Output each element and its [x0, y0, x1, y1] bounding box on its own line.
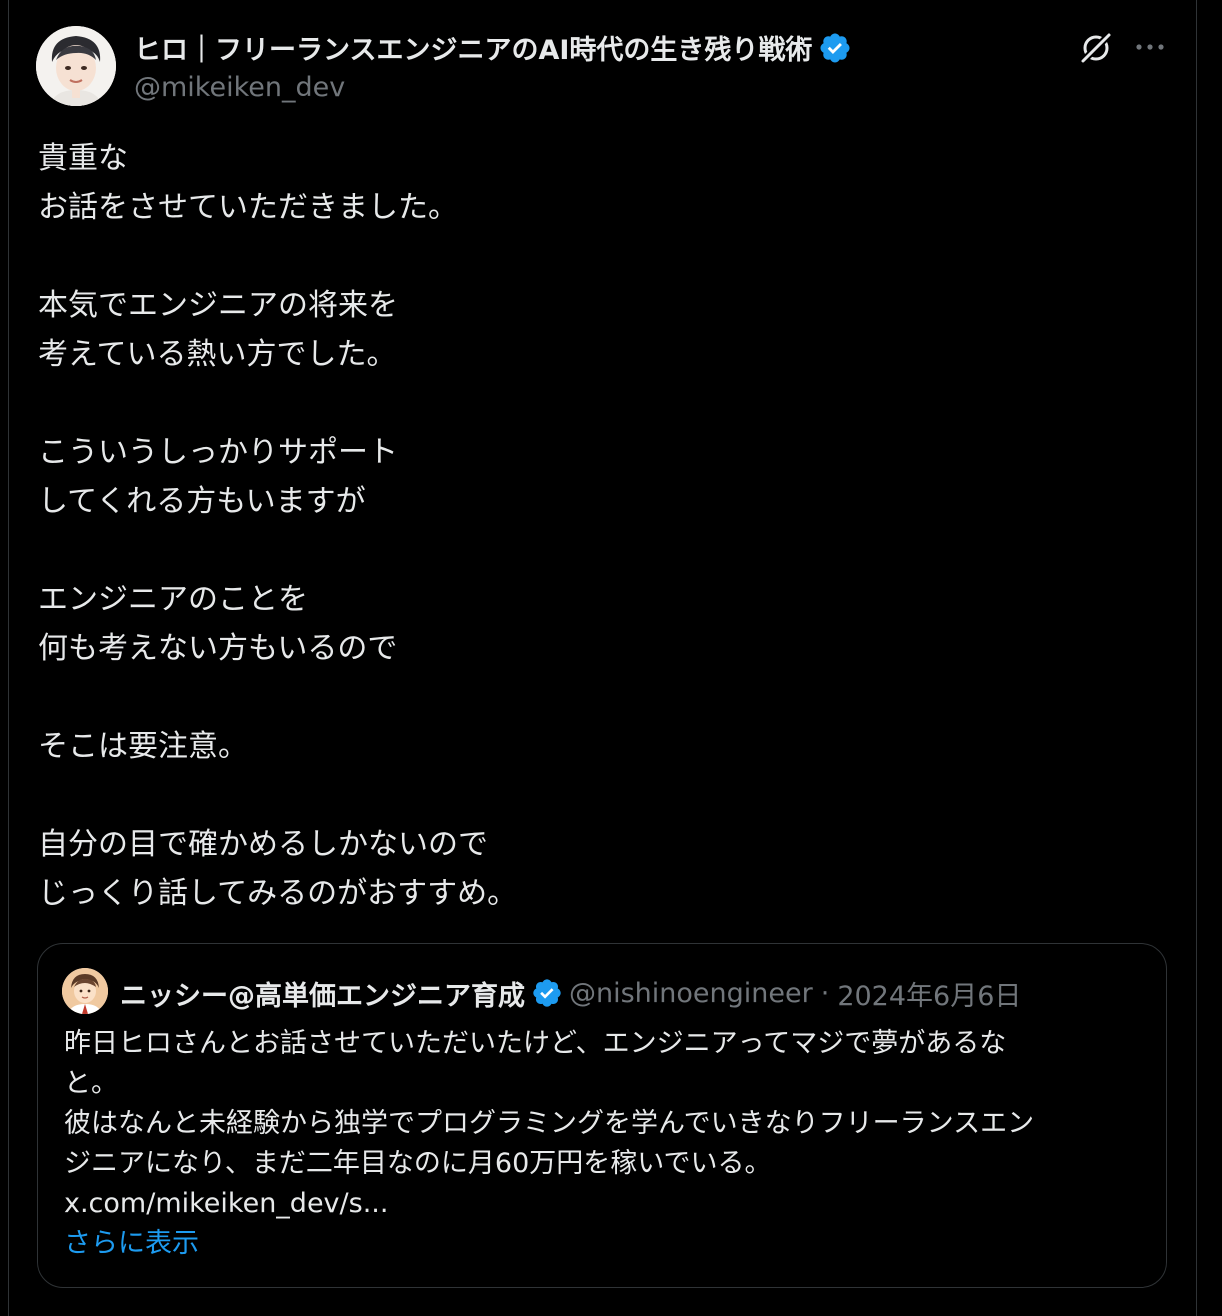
tweet-line: じっくり話してみるのがおすすめ。 — [38, 876, 518, 911]
tweet-header: ヒロ｜フリーランスエンジニアのAI時代の生き残り戦術 @mikeiken_dev — [36, 26, 1186, 106]
quoted-line: と。 — [64, 1068, 118, 1099]
quoted-author-handle[interactable]: @nishinoengineer — [569, 978, 813, 1009]
quoted-author-avatar — [62, 968, 108, 1014]
verified-badge-icon — [820, 32, 850, 63]
tweet-line: 自分の目で確かめるしかないので — [38, 827, 488, 862]
more-button[interactable] — [1130, 32, 1170, 62]
tweet-line: してくれる方もいますが — [38, 484, 366, 519]
quoted-line: 昨日ヒロさんとお話させていただいたけど、エンジニアってマジで夢があるな — [64, 1028, 1007, 1059]
quoted-line: ジニアになり、まだ二年目なのに月60万円を稼いでいる。 — [64, 1148, 772, 1179]
show-more-link[interactable]: さらに表示 — [64, 1224, 1144, 1264]
quoted-link-line: x.com/mikeiken_dev/s... — [64, 1188, 389, 1219]
grok-button[interactable] — [1078, 30, 1114, 66]
tweet-line: こういうしっかりサポート — [38, 435, 398, 470]
tweet-line: 何も考えない方もいるので — [38, 631, 398, 666]
quoted-date[interactable]: 2024年6月6日 — [837, 974, 1021, 1013]
quoted-text: 昨日ヒロさんとお話させていただいたけど、エンジニアってマジで夢があるな と。 彼… — [64, 1024, 1144, 1264]
author-name[interactable]: ヒロ｜フリーランスエンジニアのAI時代の生き残り戦術 — [134, 28, 812, 67]
tweet-line: そこは要注意。 — [38, 729, 248, 764]
tweet-line: 本気でエンジニアの将来を — [38, 288, 398, 323]
grok-icon — [1079, 31, 1113, 65]
tweet-line: エンジニアのことを — [38, 582, 308, 617]
tweet-text: 貴重な お話をさせていただきました。 本気でエンジニアの将来を 考えている熱い方… — [38, 134, 1158, 918]
tweet-line: お話をさせていただきました。 — [38, 190, 458, 225]
verified-badge-icon — [533, 979, 561, 1007]
quoted-tweet[interactable]: ニッシー@高単価エンジニア育成 @nishinoengineer · 2024年… — [37, 943, 1167, 1288]
separator-dot: · — [820, 977, 830, 1009]
tweet-line: 考えている熱い方でした。 — [38, 337, 397, 372]
author-avatar[interactable] — [36, 26, 116, 106]
more-icon — [1136, 44, 1164, 50]
author-handle[interactable]: @mikeiken_dev — [134, 72, 345, 103]
quoted-line: 彼はなんと未経験から独学でプログラミングを学んでいきなりフリーランスエン — [64, 1108, 1035, 1139]
author-name-row[interactable]: ヒロ｜フリーランスエンジニアのAI時代の生き残り戦術 — [134, 28, 852, 67]
avatar-illustration — [36, 26, 116, 106]
quoted-header: ニッシー@高単価エンジニア育成 @nishinoengineer · 2024年… — [120, 970, 1021, 1016]
quoted-avatar-illustration — [62, 968, 108, 1014]
tweet-line: 貴重な — [38, 141, 128, 176]
quoted-author-name[interactable]: ニッシー@高単価エンジニア育成 — [120, 974, 525, 1013]
